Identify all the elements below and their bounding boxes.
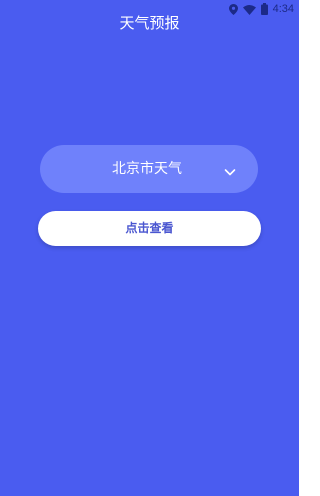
app-screen: 4:34 天气预报 北京市天气 点击查看 [0, 0, 299, 496]
view-weather-button[interactable]: 点击查看 [38, 211, 261, 246]
city-dropdown[interactable]: 北京市天气 [40, 145, 258, 193]
page-title: 天气预报 [119, 14, 180, 32]
city-dropdown-label: 北京市天气 [112, 161, 182, 177]
view-weather-button-label: 点击查看 [125, 221, 174, 235]
chevron-down-icon [224, 163, 236, 176]
